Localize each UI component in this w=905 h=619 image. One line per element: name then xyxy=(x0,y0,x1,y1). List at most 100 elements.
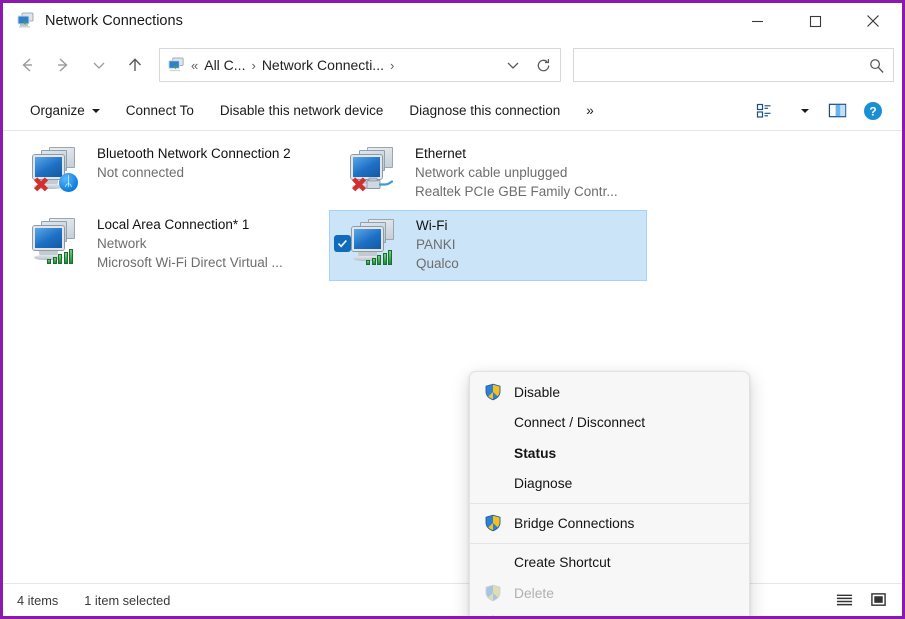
window-controls xyxy=(728,3,902,39)
connection-name: Bluetooth Network Connection 2 xyxy=(97,146,291,161)
network-adapter-icon: ✖ xyxy=(351,147,407,199)
signal-strength-icon xyxy=(47,248,73,264)
minimize-button[interactable] xyxy=(728,3,786,39)
title-bar: Network Connections xyxy=(3,3,902,39)
help-icon[interactable]: ? xyxy=(856,96,890,126)
connection-tile-wi-fi[interactable]: Wi-Fi PANKIQualco xyxy=(329,210,647,281)
large-icons-view-icon[interactable] xyxy=(864,588,892,612)
uac-shield-icon xyxy=(484,615,502,619)
menu-item-wrap: Create Shortcut xyxy=(470,548,749,579)
refresh-button[interactable] xyxy=(528,50,558,80)
toolbar-overflow-button[interactable]: » xyxy=(573,96,607,126)
menu-item-wrap: Disable xyxy=(470,377,749,408)
breadcrumb-item-all-control-panel[interactable]: All C... xyxy=(204,57,245,73)
file-explorer-window: Network Connections xyxy=(0,0,905,619)
disable-network-device-button[interactable]: Disable this network device xyxy=(207,96,397,126)
selection-checkbox[interactable] xyxy=(334,235,351,252)
organize-menu-button[interactable]: Organize xyxy=(17,96,113,126)
window-title: Network Connections xyxy=(45,13,183,29)
back-button[interactable] xyxy=(9,47,45,83)
connection-status: Network cable unplugged xyxy=(415,163,618,182)
menu-separator xyxy=(470,543,749,544)
disconnected-x-icon: ✖ xyxy=(349,175,369,195)
uac-shield-icon xyxy=(484,584,502,602)
menu-item-label: Bridge Connections xyxy=(502,516,634,531)
connection-adapter: Qualco xyxy=(416,254,459,273)
address-folder-icon xyxy=(168,57,185,74)
search-box[interactable] xyxy=(573,48,894,82)
menu-item-connect-disconnect[interactable]: Connect / Disconnect xyxy=(470,408,749,439)
connection-text: Wi-Fi PANKIQualco xyxy=(416,215,459,273)
menu-item-label: Delete xyxy=(502,586,554,601)
preview-pane-icon[interactable] xyxy=(820,96,854,126)
change-view-dropdown-icon[interactable] xyxy=(784,96,818,126)
search-icon[interactable] xyxy=(868,57,885,74)
network-adapter-icon: ✖ᛦ xyxy=(33,147,89,199)
menu-item-wrap: Rename xyxy=(470,609,749,619)
breadcrumb-separator-2-icon: › xyxy=(384,58,400,73)
breadcrumb-chevron-icon: « xyxy=(185,58,204,73)
menu-item-wrap: Bridge Connections xyxy=(470,508,749,539)
menu-item-label: Create Shortcut xyxy=(484,555,611,570)
organize-label: Organize xyxy=(30,103,85,118)
recent-locations-button[interactable] xyxy=(81,47,117,83)
signal-strength-icon xyxy=(366,249,392,265)
menu-item-label: Disable xyxy=(502,385,560,400)
connection-name: Ethernet xyxy=(415,146,466,161)
change-view-icon[interactable] xyxy=(748,96,782,126)
monitor-front xyxy=(33,226,64,250)
maximize-button[interactable] xyxy=(786,3,844,39)
menu-item-rename[interactable]: Rename xyxy=(470,609,749,619)
connection-tile-local-area-connection-1[interactable]: Local Area Connection* 1NetworkMicrosoft… xyxy=(11,210,329,281)
menu-item-wrap: Connect / Disconnect xyxy=(470,408,749,439)
address-bar[interactable]: « All C... › Network Connecti... › xyxy=(159,48,561,82)
connection-text: Local Area Connection* 1NetworkMicrosoft… xyxy=(97,214,283,272)
network-adapter-icon xyxy=(33,218,89,270)
connection-name: Local Area Connection* 1 xyxy=(97,217,249,232)
breadcrumb-separator-icon: › xyxy=(245,58,261,73)
diagnose-connection-button[interactable]: Diagnose this connection xyxy=(396,96,573,126)
menu-item-create-shortcut[interactable]: Create Shortcut xyxy=(470,548,749,579)
menu-item-bridge-connections[interactable]: Bridge Connections xyxy=(470,508,749,539)
menu-item-label: Diagnose xyxy=(484,476,572,491)
connect-to-button[interactable]: Connect To xyxy=(113,96,207,126)
connection-adapter: Microsoft Wi-Fi Direct Virtual ... xyxy=(97,253,283,272)
view-buttons xyxy=(830,588,892,612)
connection-tile-ethernet[interactable]: ✖ Ethernet Network cable unpluggedRealtek … xyxy=(329,139,647,210)
monitor-front xyxy=(352,227,383,251)
item-count-label: 4 items xyxy=(17,593,58,608)
menu-item-label: Status xyxy=(484,446,556,461)
menu-item-wrap: Delete xyxy=(470,578,749,609)
search-input[interactable] xyxy=(574,50,868,80)
navigation-bar: « All C... › Network Connecti... › xyxy=(3,39,902,91)
connection-text: Bluetooth Network Connection 2 Not connec… xyxy=(97,143,291,182)
connection-status: PANKI xyxy=(416,235,459,254)
ethernet-cable-icon xyxy=(365,177,395,193)
disconnected-x-icon: ✖ xyxy=(31,175,51,195)
svg-text:?: ? xyxy=(869,104,876,118)
network-adapter-icon xyxy=(352,219,408,271)
command-bar-right-group: ? xyxy=(748,96,890,126)
connection-adapter: Realtek PCIe GBE Family Contr... xyxy=(415,182,618,201)
up-button[interactable] xyxy=(117,47,153,83)
connections-tiles: ✖ᛦ Bluetooth Network Connection 2 Not conn… xyxy=(3,139,902,281)
forward-button[interactable] xyxy=(45,47,81,83)
previous-locations-button[interactable] xyxy=(498,50,528,80)
menu-item-disable[interactable]: Disable xyxy=(470,377,749,408)
context-menu: Disable Connect / Disconnect Status Diagnos… xyxy=(469,371,750,619)
connection-name: Wi-Fi xyxy=(416,218,447,233)
connection-text: Ethernet Network cable unpluggedRealtek P… xyxy=(415,143,618,201)
close-button[interactable] xyxy=(844,3,902,39)
uac-shield-icon xyxy=(484,514,502,532)
details-view-icon[interactable] xyxy=(830,588,858,612)
menu-item-status[interactable]: Status xyxy=(470,438,749,469)
chevron-down-icon xyxy=(92,109,100,113)
connection-status: Not connected xyxy=(97,163,291,182)
chevron-down-icon-2 xyxy=(801,109,809,113)
connection-tile-bluetooth-network-connection-2[interactable]: ✖ᛦ Bluetooth Network Connection 2 Not conn… xyxy=(11,139,329,210)
menu-item-delete: Delete xyxy=(470,578,749,609)
status-bar: 4 items 1 item selected xyxy=(3,583,902,616)
breadcrumb-item-network-connections[interactable]: Network Connecti... xyxy=(262,57,384,73)
menu-item-diagnose[interactable]: Diagnose xyxy=(470,469,749,500)
connections-list: ✖ᛦ Bluetooth Network Connection 2 Not conn… xyxy=(3,131,902,568)
